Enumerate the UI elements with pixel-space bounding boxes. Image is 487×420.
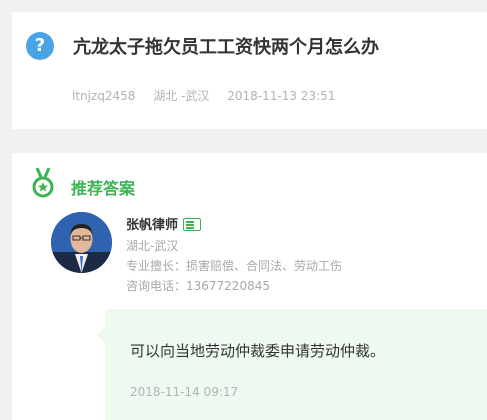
lawyer-name-row[interactable]: 张帆律师 bbox=[126, 214, 202, 233]
question-location: 湖北 -武汉 bbox=[153, 89, 210, 103]
question-user[interactable]: ltnjzq2458 bbox=[72, 89, 135, 103]
question-mark-icon: ? bbox=[26, 32, 54, 60]
answer-bubble: 可以向当地劳动仲裁委申请劳动仲裁。 2018-11-14 09:17 bbox=[97, 309, 487, 420]
answer-card: 推荐答案 张帆律师 湖北-武汉 专业擅长：损害赔偿、合同法、劳动工伤 咨询电话：… bbox=[12, 153, 487, 420]
lawyer-location: 湖北-武汉 bbox=[126, 239, 179, 253]
question-datetime: 2018-11-13 23:51 bbox=[227, 89, 336, 103]
lawyer-avatar[interactable] bbox=[51, 212, 112, 273]
answer-text: 可以向当地劳动仲裁委申请劳动仲裁。 bbox=[130, 342, 386, 360]
lawyer-badge-icon bbox=[183, 218, 202, 231]
avatar-image bbox=[51, 212, 112, 273]
medal-icon bbox=[32, 168, 54, 198]
question-card: ? 亢龙太子拖欠员工工资快两个月怎么办 ltnjzq2458 湖北 -武汉 20… bbox=[12, 12, 487, 129]
lawyer-name[interactable]: 张帆律师 bbox=[126, 218, 178, 233]
lawyer-specialty: 专业擅长：损害赔偿、合同法、劳动工伤 bbox=[126, 259, 343, 273]
answer-datetime: 2018-11-14 09:17 bbox=[130, 385, 239, 399]
recommended-answer-heading: 推荐答案 bbox=[71, 179, 136, 198]
question-meta: ltnjzq2458 湖北 -武汉 2018-11-13 23:51 bbox=[72, 87, 349, 104]
question-title[interactable]: 亢龙太子拖欠员工工资快两个月怎么办 bbox=[73, 33, 379, 59]
lawyer-phone[interactable]: 咨询电话：13677220845 bbox=[126, 277, 270, 294]
